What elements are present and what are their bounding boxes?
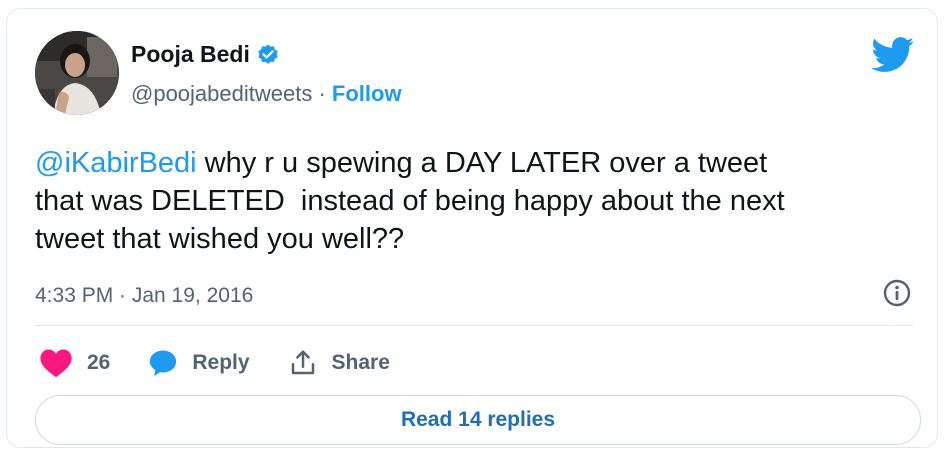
action-bar: 26 Reply Share [39,343,428,383]
like-count: 26 [87,351,111,374]
share-upload-icon [288,348,318,378]
handle-separator: · [312,81,332,106]
speech-bubble-icon [148,348,178,378]
reply-label: Reply [192,351,250,374]
like-button[interactable]: 26 [39,348,110,378]
mention-link[interactable]: @iKabirBedi [35,147,197,179]
author-handle[interactable]: @poojabeditweets [131,81,312,106]
avatar[interactable] [35,31,119,115]
tweet-card: Pooja Bedi @poojabeditweets · Follow @iK… [6,8,938,448]
author-name-row: Pooja Bedi [131,41,280,68]
follow-link[interactable]: Follow [332,81,402,106]
twitter-bird-icon[interactable] [871,37,915,73]
share-label: Share [331,351,390,374]
avatar-photo [35,31,119,115]
tweet-timestamp[interactable]: 4:33 PM · Jan 19, 2016 [35,284,253,308]
divider [35,325,913,326]
tweet-body: @iKabirBedi why r u spewing a DAY LATER … [35,144,915,258]
verified-badge-icon [256,43,280,67]
author-handle-row: @poojabeditweets · Follow [131,81,402,107]
share-button[interactable]: Share [288,348,390,378]
read-replies-button[interactable]: Read 14 replies [35,395,921,445]
heart-icon [39,348,73,378]
reply-button[interactable]: Reply [148,348,250,378]
author-display-name[interactable]: Pooja Bedi [131,41,250,68]
info-icon[interactable] [881,277,913,309]
